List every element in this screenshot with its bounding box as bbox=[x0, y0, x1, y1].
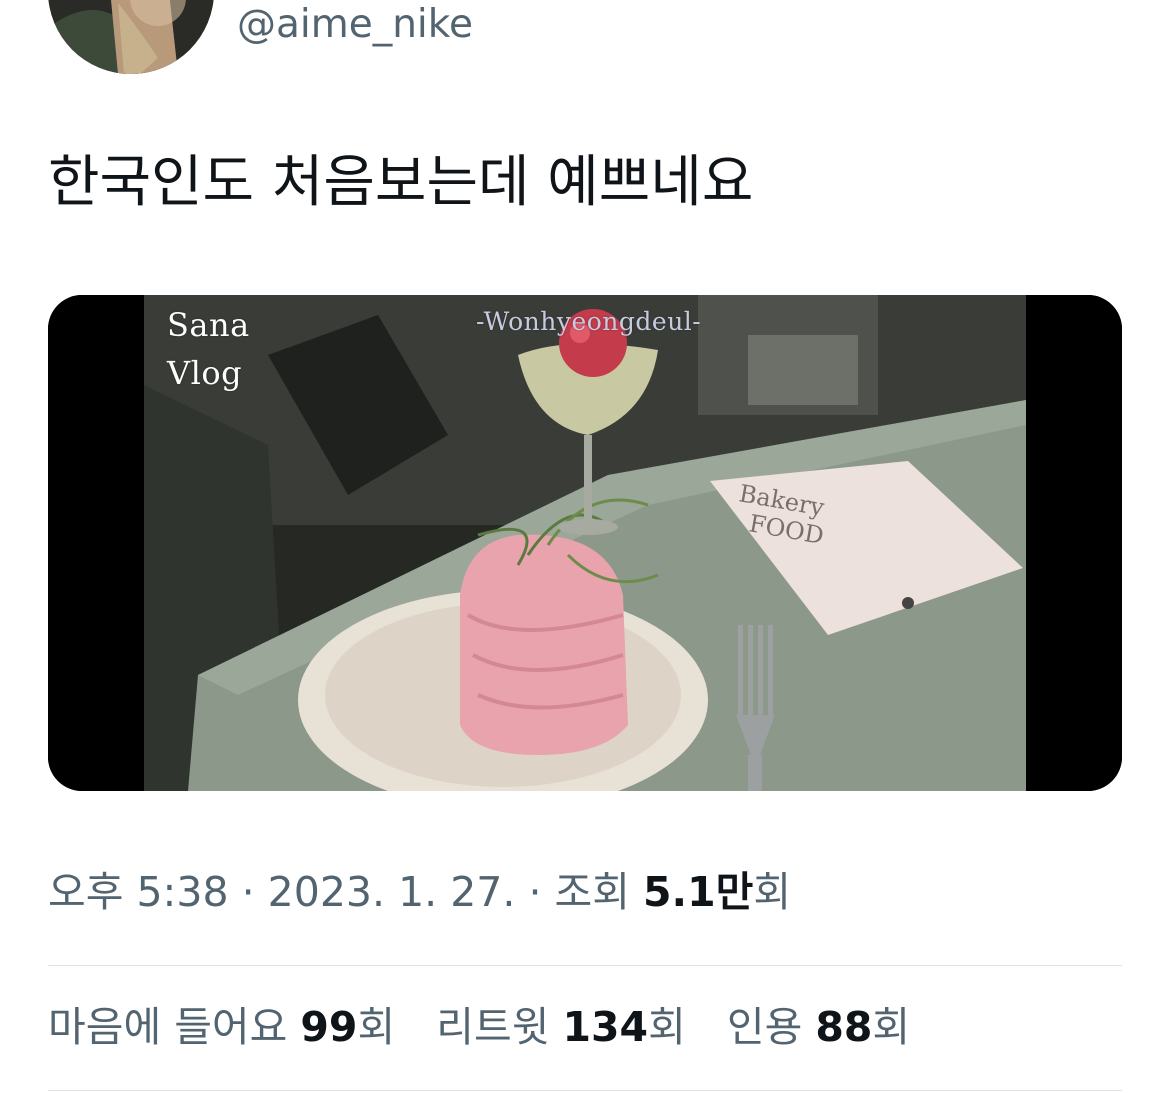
divider bbox=[48, 965, 1122, 966]
retweets-label: 리트윗 bbox=[436, 1003, 550, 1051]
tweet-meta: 오후 5:38 · 2023. 1. 27. · 조회 5.1만회 bbox=[48, 866, 791, 918]
tweet-time[interactable]: 오후 5:38 bbox=[48, 868, 229, 916]
meta-separator: · bbox=[228, 868, 268, 916]
quotes-stat[interactable]: 인용 88회 bbox=[727, 1001, 910, 1053]
video-overlay-title: Sana bbox=[167, 306, 250, 344]
views-label: 조회 bbox=[554, 868, 630, 916]
media-video[interactable]: Bakery FOOD Sana Vlog -Wonhyeongdeul- bbox=[48, 295, 1122, 791]
quotes-count: 88 bbox=[815, 1003, 873, 1051]
likes-stat[interactable]: 마음에 들어요 99회 bbox=[48, 1001, 395, 1053]
tweet-text: 한국인도 처음보는데 예쁘네요 bbox=[48, 150, 754, 215]
likes-suffix: 회 bbox=[357, 1003, 396, 1051]
engagement-stats: 마음에 들어요 99회 리트윗 134회 인용 88회 bbox=[48, 1001, 938, 1053]
video-overlay-subtitle: Vlog bbox=[167, 354, 243, 392]
meta-separator: · bbox=[515, 868, 555, 916]
quotes-suffix: 회 bbox=[872, 1003, 911, 1051]
retweets-count: 134 bbox=[562, 1003, 649, 1051]
avatar-image bbox=[48, 0, 214, 74]
quotes-label: 인용 bbox=[726, 1003, 803, 1051]
author-handle[interactable]: @aime_nike bbox=[237, 2, 473, 48]
avatar[interactable] bbox=[48, 0, 214, 74]
views-suffix: 회 bbox=[753, 868, 792, 916]
divider bbox=[48, 1090, 1122, 1091]
likes-label: 마음에 들어요 bbox=[48, 1003, 288, 1051]
video-watermark: -Wonhyeongdeul- bbox=[476, 307, 702, 336]
retweets-stat[interactable]: 리트윗 134회 bbox=[436, 1001, 686, 1053]
likes-count: 99 bbox=[300, 1003, 358, 1051]
views-count: 5.1만 bbox=[643, 868, 754, 916]
retweets-suffix: 회 bbox=[648, 1003, 686, 1051]
tweet-date[interactable]: 2023. 1. 27. bbox=[268, 868, 516, 916]
